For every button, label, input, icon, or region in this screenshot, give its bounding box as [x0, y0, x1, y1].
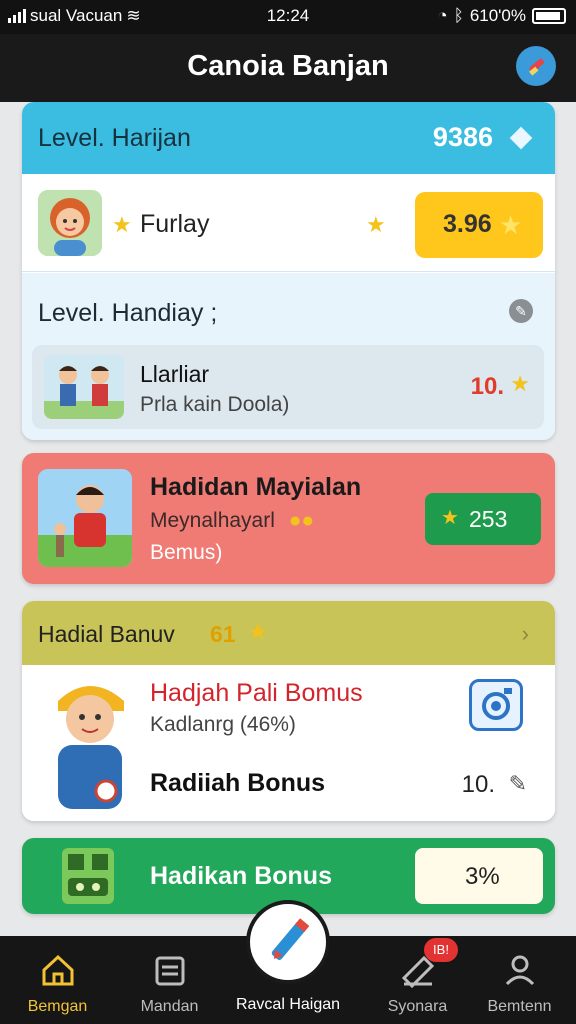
hadial-bonus-value: 10.: [461, 771, 495, 798]
hadikan-value: 3%: [465, 863, 500, 890]
hadial-title: Hadial Banuv: [38, 621, 175, 647]
level-sub-section: Level. Handiay ; ✎ Llarliar Prla kain Do…: [22, 273, 555, 440]
item-value: 10.: [470, 373, 504, 400]
avatar: [38, 190, 102, 256]
kids-image: [44, 355, 124, 419]
app-header: Canoia Banjan: [0, 34, 576, 102]
notification-badge: IB!: [424, 938, 458, 962]
player-row[interactable]: ★ Furlay ★ 3.96 ★: [22, 176, 555, 272]
player-score-badge[interactable]: 3.96 ★: [415, 192, 543, 258]
hadikan-value-badge[interactable]: 3%: [415, 848, 543, 904]
info-icon[interactable]: ✎: [509, 299, 533, 323]
calendar-icon: [155, 956, 185, 986]
star-icon: ★: [499, 210, 523, 240]
star-icon: ★: [248, 619, 268, 644]
qr-icon: [62, 848, 114, 904]
nav-label-home: Bemgan: [27, 998, 88, 1015]
hadial-count: 61: [210, 621, 236, 647]
nav-item-home[interactable]: Bemgan: [0, 936, 115, 1024]
status-bar: sual Vacuan ≋ 12:24 ◔ ᛒ 610'0%: [0, 0, 576, 34]
item-title: Llarliar: [140, 361, 210, 387]
hadidan-subtitle-text: Meynalhayarl: [150, 509, 275, 532]
nav-label-syonara: Syonara: [387, 998, 448, 1015]
chevron-right-icon[interactable]: ›: [522, 621, 529, 647]
diamond-icon: [509, 126, 533, 150]
reward-value: 253: [469, 506, 508, 532]
level-subtitle: Level. Handiay ;: [38, 299, 218, 327]
pencil-icon: [271, 918, 310, 960]
star-icon: ★: [112, 212, 132, 237]
pin-icon[interactable]: ✎: [509, 771, 527, 797]
profile-image: [38, 469, 132, 567]
battery-percent: 610'0%: [469, 6, 526, 25]
hadial-bonus-label: Radiiah Bonus: [150, 769, 326, 797]
bonus-tag: Bemus): [150, 541, 223, 564]
level-score: 9386: [432, 122, 493, 152]
hadial-card: Hadial Banuv 61 ★ › Hadjah Pali Bomus Ka…: [22, 601, 555, 821]
bluetooth-icon: ᛒ: [453, 6, 464, 25]
hadikan-label: Hadikan Bonus: [150, 862, 332, 890]
player-score: 3.96: [443, 210, 492, 238]
battery-icon: [532, 8, 566, 24]
item-subtitle: Prla kain Doola): [140, 393, 290, 416]
reward-badge[interactable]: ★ 253: [425, 493, 541, 545]
edit-icon: [529, 58, 545, 76]
level-card-header[interactable]: Level. Harijan 9386: [22, 102, 555, 174]
player-name: Furlay: [140, 210, 210, 238]
star-icon: ★: [441, 507, 459, 529]
level-title: Level. Harijan: [38, 124, 191, 152]
hadial-header[interactable]: Hadial Banuv 61 ★ ›: [22, 601, 555, 665]
hadial-body: Hadjah Pali Bomus Kadlanrg (46%) Radiiah…: [22, 665, 555, 821]
nav-label-profile: Bemtenn: [487, 998, 552, 1015]
star-icon: ★: [510, 371, 530, 396]
camera-icon[interactable]: [469, 679, 523, 731]
hadidan-subtitle: Meynalhayarl ●●: [150, 509, 314, 533]
level-card: Level. Harijan 9386 ★ Furlay ★ 3.96 ★ Le…: [22, 102, 555, 440]
boy-illustration: [44, 671, 136, 811]
star-icon: ★: [366, 212, 386, 237]
home-icon: [42, 954, 74, 986]
coin-icon: ●●: [288, 509, 315, 532]
hadidan-card[interactable]: Hadidan Mayialan Meynalhayarl ●● Bemus) …: [22, 453, 555, 584]
list-item[interactable]: Llarliar Prla kain Doola) 10. ★: [32, 345, 544, 429]
alarm-icon: ◔: [437, 6, 448, 25]
page-title: Canoia Banjan: [187, 50, 389, 82]
center-action-button[interactable]: [246, 900, 330, 984]
nav-item-profile[interactable]: Bemtenn: [462, 936, 576, 1024]
nav-label-center: Ravcal Haigan: [235, 996, 341, 1013]
edit-button[interactable]: [516, 46, 556, 86]
hadial-progress-text: Kadlanrg (46%): [150, 713, 296, 736]
profile-icon: [505, 955, 535, 986]
hadial-red-title: Hadjah Pali Bomus: [150, 679, 363, 707]
hadidan-title: Hadidan Mayialan: [150, 473, 362, 501]
